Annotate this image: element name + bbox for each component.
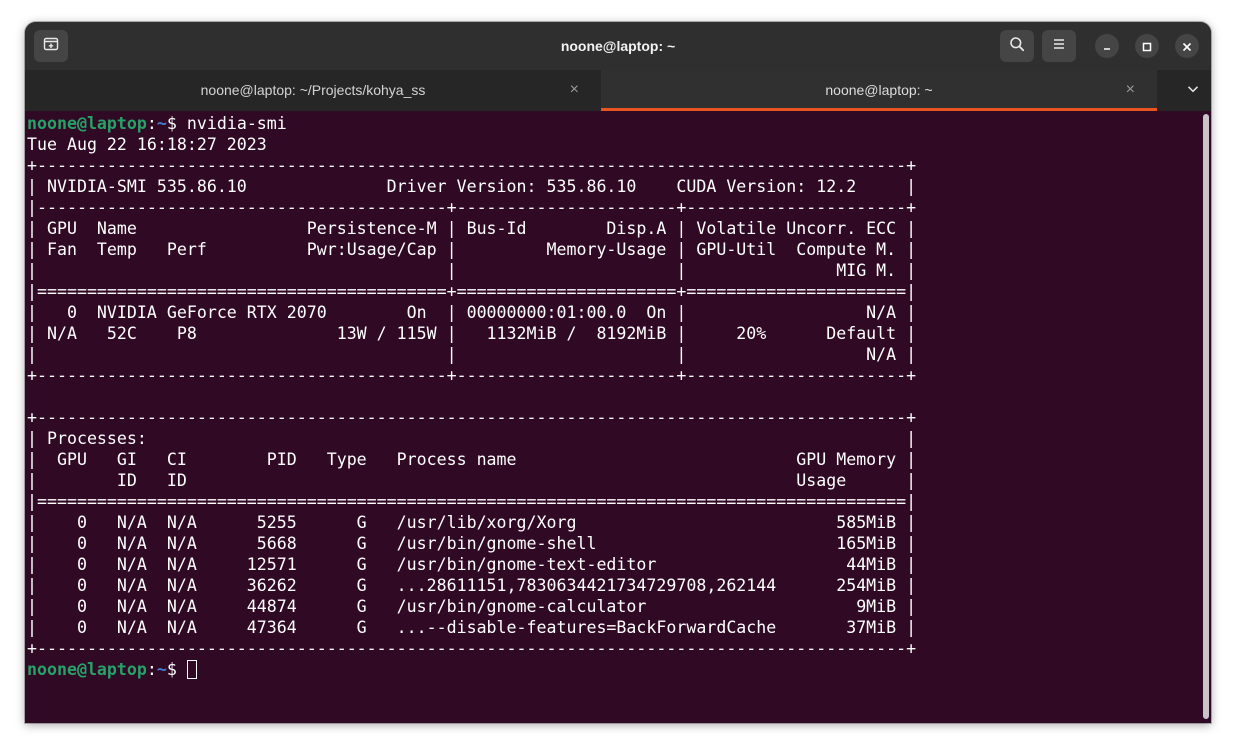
- text-cursor: [186, 660, 197, 679]
- tab-label: noone@laptop: ~: [825, 82, 933, 98]
- output-line: +---------------------------------------…: [27, 408, 917, 427]
- output-line: +---------------------------------------…: [27, 639, 917, 658]
- prompt-dollar: $: [166, 114, 187, 133]
- minimize-icon: [1102, 37, 1112, 56]
- tab-close-icon[interactable]: ×: [570, 70, 579, 110]
- tab-close-icon[interactable]: ×: [1126, 70, 1135, 110]
- prompt-colon: :: [146, 660, 157, 679]
- output-line: | Processes: |: [27, 429, 917, 448]
- output-line: | ID ID Usage |: [27, 471, 917, 490]
- chevron-down-icon: [1186, 81, 1200, 100]
- search-button[interactable]: [1000, 30, 1034, 62]
- output-line: | 0 N/A N/A 36262 G ...28611151,78306344…: [27, 576, 917, 595]
- output-line: |---------------------------------------…: [27, 198, 917, 217]
- output-line: | 0 NVIDIA GeForce RTX 2070 On | 0000000…: [27, 303, 917, 322]
- title-bar[interactable]: noone@laptop: ~: [25, 22, 1211, 70]
- output-line: +---------------------------------------…: [27, 366, 917, 385]
- maximize-icon: [1142, 37, 1152, 56]
- tab-label: noone@laptop: ~/Projects/kohya_ss: [200, 82, 426, 98]
- output-line: | Fan Temp Perf Pwr:Usage/Cap | Memory-U…: [27, 240, 917, 259]
- minimize-button[interactable]: [1095, 34, 1119, 58]
- tab-home[interactable]: noone@laptop: ~ ×: [601, 70, 1157, 111]
- output-line: | 0 N/A N/A 44874 G /usr/bin/gnome-calcu…: [27, 597, 917, 616]
- output-line: | | | MIG M. |: [27, 261, 917, 280]
- output-line: | N/A 52C P8 13W / 115W | 1132MiB / 8192…: [27, 324, 917, 343]
- prompt-user-host: noone@laptop: [27, 660, 147, 679]
- output-line: | | | N/A |: [27, 345, 917, 364]
- output-line: | 0 N/A N/A 47364 G ...--disable-feature…: [27, 618, 917, 637]
- close-icon: [1182, 37, 1192, 56]
- output-line: | NVIDIA-SMI 535.86.10 Driver Version: 5…: [27, 177, 917, 196]
- tab-list-button[interactable]: [1175, 70, 1211, 111]
- prompt-path: ~: [156, 660, 167, 679]
- output-line: |=======================================…: [27, 492, 917, 511]
- output-line: | 0 N/A N/A 5255 G /usr/lib/xorg/Xorg 58…: [27, 513, 917, 532]
- command-text: nvidia-smi: [186, 114, 287, 133]
- command-output: Tue Aug 22 16:18:27 2023 +--------------…: [27, 135, 916, 658]
- menu-button[interactable]: [1042, 30, 1076, 62]
- output-line: Tue Aug 22 16:18:27 2023: [27, 135, 267, 154]
- output-line: +---------------------------------------…: [27, 156, 917, 175]
- tab-kohya-ss[interactable]: noone@laptop: ~/Projects/kohya_ss ×: [25, 70, 601, 111]
- output-line: | GPU Name Persistence-M | Bus-Id Disp.A…: [27, 219, 917, 238]
- search-icon: [1009, 36, 1025, 56]
- terminal-window: noone@laptop: ~ noone@laptop: ~/Projects…: [25, 22, 1211, 723]
- output-line: | GPU GI CI PID Type Process name GPU Me…: [27, 450, 917, 469]
- close-window-button[interactable]: [1175, 34, 1199, 58]
- hamburger-menu-icon: [1051, 36, 1067, 56]
- maximize-button[interactable]: [1135, 34, 1159, 58]
- tab-bar: noone@laptop: ~/Projects/kohya_ss × noon…: [25, 70, 1211, 111]
- prompt-dollar: $: [166, 660, 187, 679]
- prompt-user-host: noone@laptop: [27, 114, 147, 133]
- terminal-output: noone@laptop:~$ nvidia-smi Tue Aug 22 16…: [27, 113, 916, 680]
- prompt-path: ~: [156, 114, 167, 133]
- output-line: |=======================================…: [27, 282, 917, 301]
- scrollbar[interactable]: [1203, 114, 1209, 719]
- output-line: | 0 N/A N/A 5668 G /usr/bin/gnome-shell …: [27, 534, 917, 553]
- prompt-colon: :: [146, 114, 157, 133]
- terminal-area[interactable]: noone@laptop:~$ nvidia-smi Tue Aug 22 16…: [25, 111, 1199, 723]
- output-line: | 0 N/A N/A 12571 G /usr/bin/gnome-text-…: [27, 555, 917, 574]
